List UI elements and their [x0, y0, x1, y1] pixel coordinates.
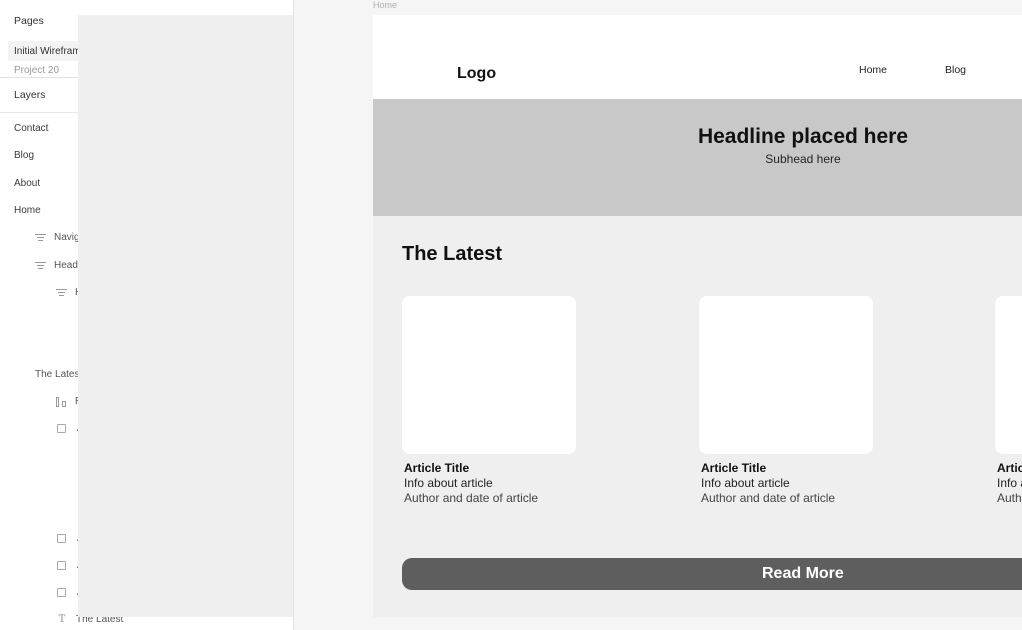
- article-info: Info about article: [404, 476, 493, 490]
- article-title: Article Title: [997, 461, 1022, 475]
- left-panel: Pages Initial Wireframe Project 20 Layer…: [0, 0, 294, 630]
- auto-layout-icon: [35, 233, 46, 242]
- layers-title: Layers: [14, 89, 46, 101]
- article-title: Article Title: [404, 461, 470, 475]
- frame-icon: #: [78, 15, 293, 617]
- frame-label[interactable]: Home: [373, 0, 397, 10]
- button-icon: [56, 396, 67, 407]
- article-card-2: Article Title Info about article Author …: [699, 296, 875, 505]
- article-image: [995, 296, 1022, 454]
- group-icon: [57, 588, 66, 598]
- group-icon: [57, 560, 66, 570]
- article-title: Article Title: [701, 461, 767, 475]
- headline-subhead: Subhead here: [765, 152, 841, 166]
- article-info: Info about article: [701, 476, 790, 490]
- layer-item[interactable]: #The Latest: [0, 15, 293, 617]
- design-canvas[interactable]: Home Logo Home Blog Headline placed here…: [295, 0, 1022, 630]
- layer-label: The Latest: [35, 368, 83, 380]
- group-icon: [57, 533, 66, 543]
- layer-label: Home: [14, 205, 41, 217]
- headline-section: Headline placed here Subhead here: [373, 99, 1022, 216]
- nav-link-home[interactable]: Home: [859, 64, 887, 76]
- logo: Logo: [457, 65, 497, 82]
- article-info: Info about article: [997, 476, 1022, 490]
- article-card-1: Article Title Info about article Author …: [402, 296, 578, 505]
- article-image: [699, 296, 873, 454]
- text-icon: T: [58, 614, 66, 626]
- read-more-button[interactable]: Read More: [402, 558, 1022, 590]
- latest-title: The Latest: [402, 243, 503, 265]
- headline-title: Headline placed here: [697, 125, 909, 148]
- nav-link-blog[interactable]: Blog: [945, 64, 966, 76]
- auto-layout-icon: [35, 261, 46, 270]
- layer-list: #Contact#Blog#About#HomeNavigationHeadli…: [0, 15, 293, 630]
- article-author: Author and date of article: [701, 491, 836, 505]
- group-icon: [57, 424, 66, 434]
- article-card-3: Article Title Info about article Author …: [995, 296, 1022, 505]
- home-frame[interactable]: Logo Home Blog Headline placed here Subh…: [373, 15, 1022, 617]
- navigation-bar: Logo Home Blog: [373, 15, 1022, 99]
- auto-layout-icon: [56, 288, 67, 297]
- layer-label: Contact: [14, 123, 49, 135]
- article-image: [402, 296, 576, 454]
- layer-label: Blog: [14, 150, 35, 162]
- layer-label: About: [14, 177, 41, 189]
- article-author: Author and date of article: [997, 491, 1022, 505]
- article-author: Author and date of article: [404, 491, 539, 505]
- pages-title: Pages: [14, 15, 44, 27]
